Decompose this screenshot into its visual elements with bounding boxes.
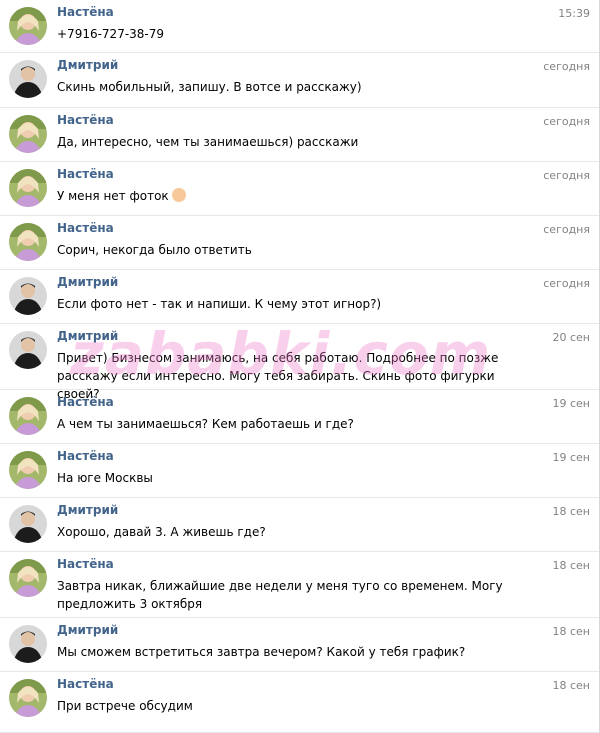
message-item[interactable]: Дмитрий 18 сен Мы сможем встретиться завтр… xyxy=(0,618,599,672)
message-text: Если фото нет - так и напиши. К чему это… xyxy=(57,295,537,313)
avatar[interactable] xyxy=(9,679,47,717)
message-time: 20 сен xyxy=(552,331,590,344)
message-text: +7916-727-38-79 xyxy=(57,25,537,43)
message-time: 18 сен xyxy=(552,679,590,692)
message-time: сегодня xyxy=(543,60,590,73)
message-text: Завтра никак, ближайшие две недели у мен… xyxy=(57,577,537,613)
message-text: Скинь мобильный, запишу. В вотсе и расск… xyxy=(57,78,537,96)
message-item[interactable]: Настёна 19 сен На юге Москвы xyxy=(0,444,599,498)
message-time: сегодня xyxy=(543,223,590,236)
message-item[interactable]: Дмитрий 18 сен Хорошо, давай 3. А живешь г… xyxy=(0,498,599,552)
author-name[interactable]: Дмитрий xyxy=(57,329,118,343)
message-text-content: На юге Москвы xyxy=(57,471,153,485)
message-time: 18 сен xyxy=(552,559,590,572)
message-text-content: Мы сможем встретиться завтра вечером? Ка… xyxy=(57,645,466,659)
woman-gesturing-icon xyxy=(171,188,186,202)
message-item[interactable]: Настёна 15:39 +7916-727-38-79 xyxy=(0,0,599,53)
avatar[interactable] xyxy=(9,331,47,369)
message-time: 18 сен xyxy=(552,625,590,638)
author-name[interactable]: Настёна xyxy=(57,449,114,463)
avatar[interactable] xyxy=(9,60,47,98)
author-name[interactable]: Настёна xyxy=(57,557,114,571)
author-name[interactable]: Дмитрий xyxy=(57,275,118,289)
author-name[interactable]: Дмитрий xyxy=(57,58,118,72)
message-text: Сорич, некогда было ответить xyxy=(57,241,537,259)
avatar[interactable] xyxy=(9,223,47,261)
message-text-content: Скинь мобильный, запишу. В вотсе и расск… xyxy=(57,80,362,94)
message-time: 19 сен xyxy=(552,397,590,410)
message-text: Хорошо, давай 3. А живешь где? xyxy=(57,523,537,541)
author-name[interactable]: Дмитрий xyxy=(57,503,118,517)
message-text: У меня нет фоток xyxy=(57,187,537,205)
message-item[interactable]: Настёна сегодня У меня нет фоток xyxy=(0,162,599,216)
message-text-content: У меня нет фоток xyxy=(57,189,169,203)
message-text: Мы сможем встретиться завтра вечером? Ка… xyxy=(57,643,537,661)
message-item[interactable]: Настёна 18 сен При встрече обсудим xyxy=(0,672,599,733)
message-text-content: Сорич, некогда было ответить xyxy=(57,243,252,257)
author-name[interactable]: Дмитрий xyxy=(57,623,118,637)
message-text-content: Хорошо, давай 3. А живешь где? xyxy=(57,525,266,539)
avatar[interactable] xyxy=(9,277,47,315)
author-name[interactable]: Настёна xyxy=(57,113,114,127)
message-text-content: Да, интересно, чем ты занимаешься) расск… xyxy=(57,135,359,149)
avatar[interactable] xyxy=(9,451,47,489)
message-item[interactable]: Дмитрий сегодня Если фото нет - так и напи… xyxy=(0,270,599,324)
message-text-content: При встрече обсудим xyxy=(57,699,193,713)
avatar[interactable] xyxy=(9,169,47,207)
message-item[interactable]: Дмитрий сегодня Скинь мобильный, запишу. В… xyxy=(0,53,599,108)
message-text-content: Если фото нет - так и напиши. К чему это… xyxy=(57,297,382,311)
message-time: сегодня xyxy=(543,169,590,182)
author-name[interactable]: Настёна xyxy=(57,221,114,235)
message-time: 19 сен xyxy=(552,451,590,464)
message-text-content: Завтра никак, ближайшие две недели у мен… xyxy=(57,579,503,611)
message-item[interactable]: Дмитрий 20 сен Привет) Бизнесом занимаюсь,… xyxy=(0,324,599,401)
avatar[interactable] xyxy=(9,397,47,435)
message-item[interactable]: Настёна 19 сен А чем ты занимаешься? Кем р… xyxy=(0,390,599,444)
message-item[interactable]: Настёна сегодня Сорич, некогда было ответи… xyxy=(0,216,599,270)
author-name[interactable]: Настёна xyxy=(57,677,114,691)
message-text-content: +7916-727-38-79 xyxy=(57,27,165,41)
author-name[interactable]: Настёна xyxy=(57,395,114,409)
avatar[interactable] xyxy=(9,115,47,153)
message-text: На юге Москвы xyxy=(57,469,537,487)
avatar[interactable] xyxy=(9,7,47,45)
author-name[interactable]: Настёна xyxy=(57,5,114,19)
message-text: При встрече обсудим xyxy=(57,697,537,715)
avatar[interactable] xyxy=(9,559,47,597)
message-text: А чем ты занимаешься? Кем работаешь и гд… xyxy=(57,415,537,433)
message-text-content: А чем ты занимаешься? Кем работаешь и гд… xyxy=(57,417,354,431)
message-text: Да, интересно, чем ты занимаешься) расск… xyxy=(57,133,537,151)
author-name[interactable]: Настёна xyxy=(57,167,114,181)
message-time: сегодня xyxy=(543,115,590,128)
message-time: сегодня xyxy=(543,277,590,290)
avatar[interactable] xyxy=(9,505,47,543)
message-time: 18 сен xyxy=(552,505,590,518)
message-item[interactable]: Настёна 18 сен Завтра никак, ближайшие две… xyxy=(0,552,599,618)
message-item[interactable]: Настёна сегодня Да, интересно, чем ты зани… xyxy=(0,108,599,162)
message-time: 15:39 xyxy=(558,7,590,20)
avatar[interactable] xyxy=(9,625,47,663)
